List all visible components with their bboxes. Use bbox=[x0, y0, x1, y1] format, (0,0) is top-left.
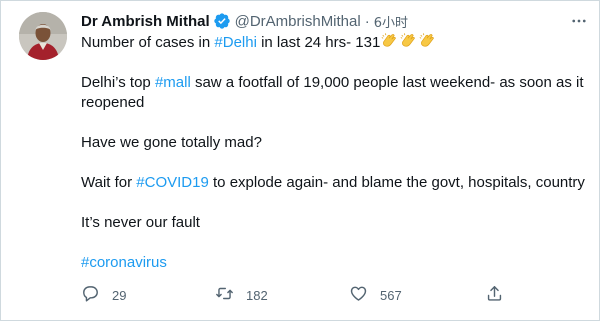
tweet-text: Number of cases in #Delhi in last 24 hrs… bbox=[81, 32, 586, 273]
like-count: 567 bbox=[380, 287, 402, 303]
hashtag-mall[interactable]: #mall bbox=[155, 74, 191, 91]
tweet-card[interactable]: Dr Ambrish Mithal @DrAmbrishMithal · 6小时… bbox=[0, 0, 600, 321]
tweet-line-1: Number of cases in #Delhi in last 24 hrs… bbox=[81, 32, 586, 53]
tweet-line-2: Delhi’s top #mall saw a footfall of 19,0… bbox=[81, 73, 586, 113]
text-segment: Delhi’s top bbox=[81, 74, 155, 91]
retweet-button[interactable]: 182 bbox=[215, 284, 268, 306]
tweet-header: Dr Ambrish Mithal @DrAmbrishMithal · 6小时 bbox=[81, 11, 551, 31]
clapping-hands-emoji-icon bbox=[380, 32, 398, 50]
hashtag-coronavirus[interactable]: #coronavirus bbox=[81, 254, 167, 271]
retweet-count: 182 bbox=[246, 287, 268, 303]
retweet-icon bbox=[215, 284, 234, 306]
tweet-line-4: Wait for #COVID19 to explode again- and … bbox=[81, 173, 586, 193]
like-button[interactable]: 567 bbox=[349, 284, 402, 306]
text-segment: Wait for bbox=[81, 174, 137, 191]
reply-icon bbox=[81, 284, 100, 306]
verified-badge-icon bbox=[213, 12, 231, 30]
text-segment: to explode again- and blame the govt, ho… bbox=[208, 174, 585, 191]
text-segment: in last 24 hrs- 131 bbox=[256, 34, 381, 51]
tweet-line-3: Have we gone totally mad? bbox=[81, 134, 262, 151]
share-button[interactable] bbox=[485, 284, 504, 306]
avatar[interactable] bbox=[19, 12, 67, 60]
tweet-line-5: It’s never our fault bbox=[81, 214, 200, 231]
action-bar: 29 182 567 bbox=[81, 284, 521, 306]
timestamp[interactable]: 6小时 bbox=[374, 12, 408, 31]
separator-dot: · bbox=[364, 12, 370, 30]
text-segment: Number of cases in bbox=[81, 34, 215, 51]
author-name[interactable]: Dr Ambrish Mithal bbox=[81, 13, 210, 30]
reply-button[interactable]: 29 bbox=[81, 284, 126, 306]
hashtag-covid19[interactable]: #COVID19 bbox=[136, 174, 209, 191]
clapping-hands-emoji-icon bbox=[418, 32, 436, 50]
clapping-hands-emoji-icon bbox=[399, 32, 417, 50]
hashtag-delhi[interactable]: #Delhi bbox=[214, 34, 257, 51]
heart-icon bbox=[349, 284, 368, 306]
tweet-line-6: #coronavirus bbox=[81, 253, 586, 273]
reply-count: 29 bbox=[112, 287, 127, 303]
more-options-icon[interactable] bbox=[567, 9, 591, 33]
share-icon bbox=[485, 284, 504, 306]
author-handle[interactable]: @DrAmbrishMithal bbox=[235, 13, 361, 30]
